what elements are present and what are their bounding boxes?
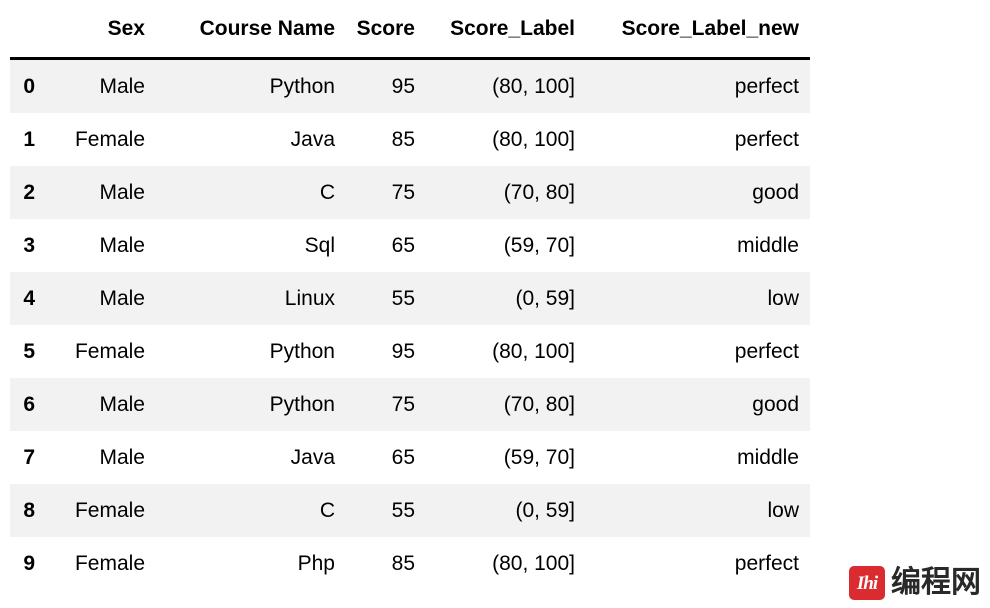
cell-index: 7	[23, 445, 35, 469]
cell-course-name: Linux	[284, 286, 335, 310]
cell-score-label: (80, 100]	[492, 339, 575, 363]
cell-sex: Female	[74, 127, 145, 151]
table-row: 8 Female C 55 (0, 59] low	[10, 484, 810, 537]
cell-score: 85	[391, 551, 415, 575]
column-header-index	[10, 0, 46, 60]
column-header-score-label: Score_Label	[426, 0, 586, 60]
cell-score: 95	[391, 339, 415, 363]
cell-score-label: (70, 80]	[503, 180, 575, 204]
cell-index: 9	[23, 551, 35, 575]
cell-index: 0	[23, 74, 35, 98]
cell-score-label-new: perfect	[734, 339, 799, 363]
cell-score-label-new: perfect	[734, 551, 799, 575]
cell-index: 8	[23, 498, 35, 522]
cell-score-label: (59, 70]	[503, 445, 575, 469]
table-row: 6 Male Python 75 (70, 80] good	[10, 378, 810, 431]
cell-index: 1	[23, 127, 35, 151]
table-row: 3 Male Sql 65 (59, 70] middle	[10, 219, 810, 272]
cell-index: 2	[23, 180, 35, 204]
dataframe-table: Sex Course Name Score Score_Label Score_…	[10, 0, 810, 590]
cell-score: 75	[391, 180, 415, 204]
cell-score-label-new: perfect	[734, 127, 799, 151]
cell-course-name: Python	[269, 392, 335, 416]
table-body: 0 Male Python 95 (80, 100] perfect 1 Female Java…	[10, 58, 810, 590]
watermark-logo-badge: Ihi	[849, 566, 885, 600]
cell-score: 55	[391, 286, 415, 310]
column-header-sex: Sex	[46, 0, 156, 60]
cell-sex: Male	[99, 74, 145, 98]
table-header-row: Sex Course Name Score Score_Label Score_…	[10, 0, 810, 60]
cell-score-label-new: perfect	[734, 74, 799, 98]
cell-sex: Female	[74, 551, 145, 575]
cell-course-name: Java	[290, 127, 335, 151]
cell-score-label: (80, 100]	[492, 74, 575, 98]
cell-index: 5	[23, 339, 35, 363]
table-row: 9 Female Php 85 (80, 100] perfect	[10, 537, 810, 590]
watermark: Ihi 编程网	[849, 566, 981, 600]
cell-course-name: Java	[290, 445, 335, 469]
table-row: 4 Male Linux 55 (0, 59] low	[10, 272, 810, 325]
cell-score-label-new: low	[767, 498, 799, 522]
column-header-score: Score	[346, 0, 426, 60]
cell-score-label: (59, 70]	[503, 233, 575, 257]
cell-index: 4	[23, 286, 35, 310]
cell-score-label: (80, 100]	[492, 127, 575, 151]
cell-score: 55	[391, 498, 415, 522]
cell-course-name: C	[319, 180, 335, 204]
cell-score-label-new: middle	[737, 445, 799, 469]
cell-course-name: Python	[269, 74, 335, 98]
cell-sex: Male	[99, 180, 145, 204]
cell-index: 6	[23, 392, 35, 416]
cell-score: 65	[391, 445, 415, 469]
cell-score: 85	[391, 127, 415, 151]
cell-score-label: (0, 59]	[515, 498, 575, 522]
cell-score-label-new: good	[752, 392, 799, 416]
table-row: 2 Male C 75 (70, 80] good	[10, 166, 810, 219]
cell-score-label-new: low	[767, 286, 799, 310]
cell-score-label-new: good	[752, 180, 799, 204]
cell-sex: Male	[99, 445, 145, 469]
cell-course-name: Php	[297, 551, 335, 575]
cell-score: 95	[391, 74, 415, 98]
table-row: 7 Male Java 65 (59, 70] middle	[10, 431, 810, 484]
cell-sex: Male	[99, 392, 145, 416]
cell-sex: Female	[74, 339, 145, 363]
cell-course-name: Sql	[304, 233, 335, 257]
cell-score-label: (70, 80]	[503, 392, 575, 416]
cell-score-label: (80, 100]	[492, 551, 575, 575]
table-row: 5 Female Python 95 (80, 100] perfect	[10, 325, 810, 378]
cell-score-label: (0, 59]	[515, 286, 575, 310]
cell-sex: Female	[74, 498, 145, 522]
table-row: 1 Female Java 85 (80, 100] perfect	[10, 113, 810, 166]
column-header-course-name: Course Name	[156, 0, 346, 60]
dataframe-container: Sex Course Name Score Score_Label Score_…	[10, 0, 810, 590]
cell-sex: Male	[99, 233, 145, 257]
cell-score-label-new: middle	[737, 233, 799, 257]
watermark-site-name: 编程网	[891, 565, 981, 600]
column-header-score-label-new: Score_Label_new	[586, 0, 810, 60]
cell-score: 75	[391, 392, 415, 416]
cell-course-name: Python	[269, 339, 335, 363]
cell-score: 65	[391, 233, 415, 257]
cell-sex: Male	[99, 286, 145, 310]
table-row: 0 Male Python 95 (80, 100] perfect	[10, 58, 810, 113]
table-header: Sex Course Name Score Score_Label Score_…	[10, 0, 810, 60]
cell-index: 3	[23, 233, 35, 257]
cell-course-name: C	[319, 498, 335, 522]
